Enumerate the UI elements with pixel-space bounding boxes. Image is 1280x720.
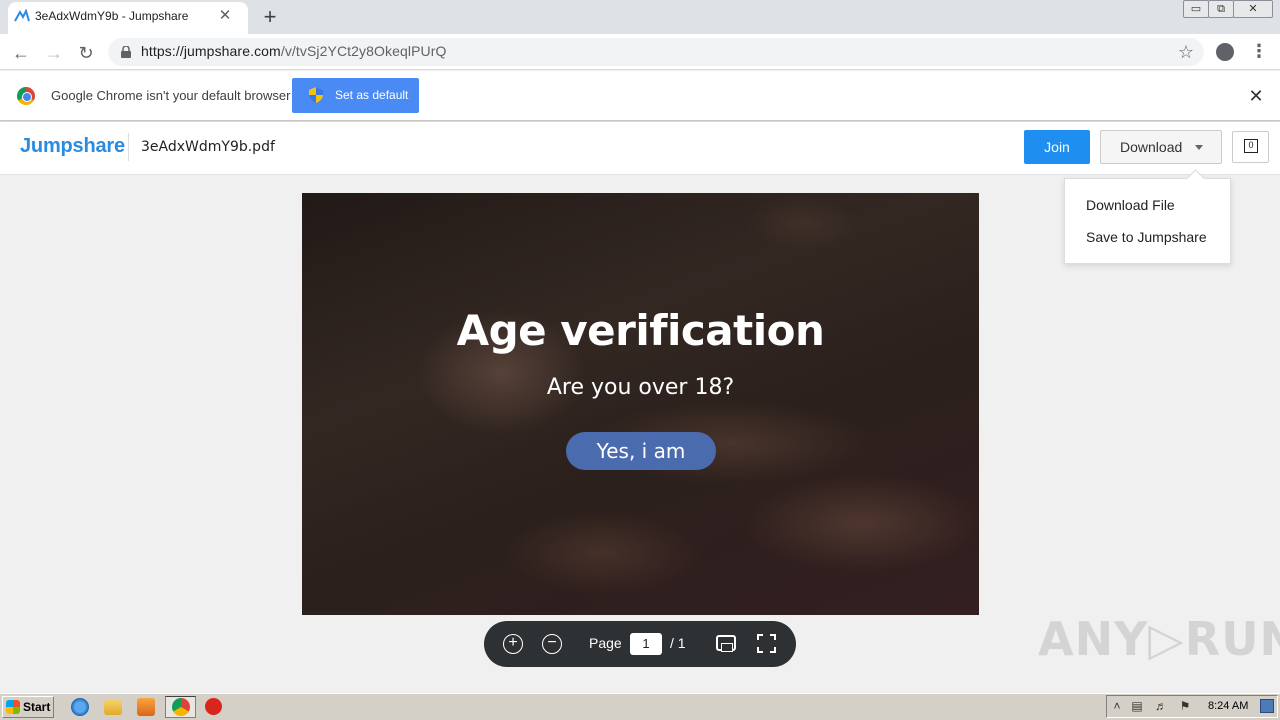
- network-icon[interactable]: ▤: [1130, 700, 1144, 713]
- new-tab-button[interactable]: +: [258, 4, 282, 30]
- fullscreen-icon[interactable]: [757, 634, 776, 653]
- file-explorer-icon[interactable]: [104, 700, 122, 715]
- jumpshare-logo[interactable]: Jumpshare: [20, 135, 125, 158]
- internet-explorer-icon[interactable]: [71, 698, 89, 716]
- tab-title: 3eAdxWdmY9b - Jumpshare: [35, 9, 189, 23]
- chrome-menu-icon[interactable]: ⋮: [1250, 40, 1268, 64]
- blurred-background-image: [302, 193, 979, 615]
- print-icon[interactable]: [716, 635, 736, 652]
- infobar-close-icon[interactable]: ✕: [1246, 84, 1266, 108]
- tray-expand-icon[interactable]: ˄: [1110, 700, 1124, 713]
- header-divider: [128, 133, 129, 161]
- account-avatar-icon[interactable]: [1216, 43, 1234, 61]
- stop-icon[interactable]: [205, 698, 222, 715]
- forward-arrow-icon[interactable]: →: [42, 41, 66, 65]
- tab-close-icon[interactable]: ✕: [217, 6, 233, 26]
- file-name: 3eAdxWdmY9b.pdf: [141, 139, 275, 155]
- age-question: Are you over 18?: [546, 375, 735, 400]
- show-desktop-icon[interactable]: [1260, 699, 1274, 713]
- age-verification-title: Age verification: [456, 306, 825, 355]
- url-host: https://jumpshare.com: [141, 43, 281, 59]
- reload-icon[interactable]: ↻: [74, 41, 98, 65]
- yes-i-am-button[interactable]: Yes, i am: [566, 432, 716, 470]
- minimize-button[interactable]: ▭: [1183, 0, 1209, 18]
- page-label: Page: [589, 635, 622, 651]
- lock-icon: [121, 46, 131, 58]
- restore-button[interactable]: ⧉: [1208, 0, 1234, 18]
- page-number-input[interactable]: 1: [630, 633, 662, 655]
- chrome-taskbar-icon: [172, 698, 190, 716]
- join-button[interactable]: Join: [1024, 130, 1090, 164]
- viewer-control-bar: + − Page 1 / 1: [484, 621, 796, 667]
- close-window-button[interactable]: ✕: [1233, 0, 1273, 18]
- chrome-logo-icon: [17, 87, 35, 105]
- url-text[interactable]: https://jumpshare.com/v/tvSj2YCt2y8Okeql…: [141, 43, 447, 59]
- menu-item-download-file[interactable]: Download File: [1086, 197, 1175, 213]
- media-player-icon[interactable]: [137, 698, 155, 716]
- menu-item-save-to-jumpshare[interactable]: Save to Jumpshare: [1086, 229, 1207, 245]
- action-center-flag-icon[interactable]: ⚑: [1178, 700, 1192, 713]
- download-dropdown-menu: Download File Save to Jumpshare: [1064, 178, 1231, 264]
- caret-down-icon: [1195, 145, 1203, 150]
- document-page: Age verification Are you over 18? Yes, i…: [302, 193, 979, 615]
- back-arrow-icon[interactable]: ←: [9, 41, 33, 65]
- comment-icon: 0: [1244, 139, 1258, 153]
- download-label: Download: [1120, 139, 1183, 155]
- anyrun-watermark: ANY▷RUN: [1038, 612, 1280, 666]
- uac-shield-icon: [309, 87, 323, 103]
- page-total: / 1: [670, 635, 686, 651]
- infobar-message: Google Chrome isn't your default browser: [51, 88, 291, 103]
- download-button[interactable]: Download: [1100, 130, 1222, 164]
- start-button[interactable]: Start: [2, 696, 54, 718]
- volume-icon[interactable]: ♬: [1154, 700, 1168, 713]
- taskbar-clock[interactable]: 8:24 AM: [1208, 700, 1248, 712]
- zoom-in-icon[interactable]: +: [503, 634, 523, 654]
- bookmark-star-icon[interactable]: ☆: [1174, 41, 1198, 63]
- windows-logo-icon: [6, 700, 20, 714]
- set-as-default-button[interactable]: Set as default: [292, 78, 419, 113]
- zoom-out-icon[interactable]: −: [542, 634, 562, 654]
- comments-button[interactable]: 0: [1232, 131, 1269, 163]
- start-label: Start: [23, 700, 51, 714]
- set-as-default-label: Set as default: [335, 88, 409, 102]
- jumpshare-favicon-icon: [14, 9, 30, 22]
- url-path: /v/tvSj2YCt2y8OkeqlPUrQ: [280, 43, 447, 59]
